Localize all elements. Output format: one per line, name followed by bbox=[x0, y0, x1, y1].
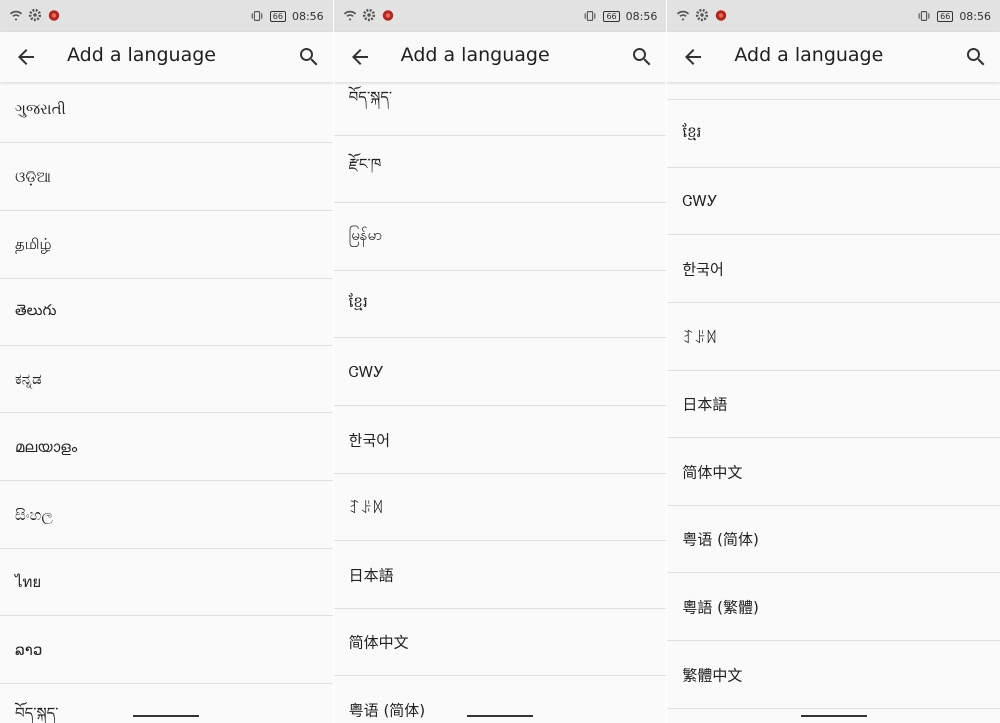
app-notification-icon bbox=[382, 10, 393, 21]
gear-icon bbox=[362, 8, 375, 22]
home-indicator[interactable] bbox=[800, 715, 867, 717]
language-label: ᏣᎳᎩ bbox=[682, 191, 718, 210]
page-title: Add a language bbox=[67, 44, 216, 66]
language-label: ꆈꌠꉙ bbox=[682, 328, 718, 347]
language-label: 한국어 bbox=[682, 260, 724, 278]
language-label: മലയാളം bbox=[15, 437, 78, 456]
list-item[interactable]: සිංහල bbox=[0, 481, 333, 549]
list-item[interactable]: 简体中文 bbox=[667, 438, 1000, 506]
wifi-icon bbox=[9, 10, 23, 21]
list-item[interactable]: 日本語 bbox=[333, 541, 667, 609]
list-item[interactable]: ગુજરાતી bbox=[0, 75, 333, 143]
list-item[interactable]: ខ្មែរ bbox=[667, 100, 1000, 168]
language-label: ગુજરાતી bbox=[15, 99, 66, 118]
list-item[interactable]: ខ្មែរ bbox=[333, 270, 667, 338]
app-notification-icon bbox=[48, 10, 60, 21]
language-label: 日本語 bbox=[348, 566, 394, 584]
language-label: རྫོང་ཁ bbox=[348, 154, 382, 173]
language-label: 粤语 (简体) bbox=[348, 701, 426, 719]
list-item[interactable]: 繁體中文 bbox=[667, 641, 1000, 709]
language-label: ខ្មែរ bbox=[682, 122, 702, 141]
status-bar: 66 08:56 bbox=[0, 0, 333, 32]
status-bar: 66 08:56 bbox=[667, 0, 1000, 32]
language-label: ꆈꌠꉙ bbox=[348, 498, 384, 517]
gear-icon bbox=[696, 8, 709, 22]
list-item[interactable]: ಕನ್ನಡ bbox=[0, 345, 333, 413]
list-item[interactable]: ᏣᎳᎩ bbox=[333, 338, 667, 406]
list-item[interactable]: 粵語 (繁體) bbox=[667, 573, 1000, 641]
list-item[interactable]: 粤语 (简体) bbox=[667, 505, 1000, 573]
screen-1: 66 08:56 Add a language ગુજરાતી ଓଡ଼ିଆ தம… bbox=[0, 0, 333, 723]
page-title: Add a language bbox=[400, 44, 550, 66]
language-label: 简体中文 bbox=[348, 633, 409, 651]
back-arrow-icon[interactable] bbox=[14, 45, 38, 69]
language-label: ไทย bbox=[15, 572, 42, 591]
language-label: 简体中文 bbox=[682, 463, 743, 481]
battery-indicator: 66 bbox=[603, 10, 620, 22]
language-label: 粤语 (简体) bbox=[682, 530, 759, 548]
page-title: Add a language bbox=[734, 44, 884, 66]
list-item[interactable]: မြန်မာ bbox=[333, 203, 667, 271]
battery-indicator: 66 bbox=[269, 10, 286, 22]
language-label: ಕನ್ನಡ bbox=[15, 369, 42, 388]
list-item[interactable]: ଓଡ଼ିଆ bbox=[0, 143, 333, 211]
search-icon[interactable] bbox=[297, 45, 321, 69]
list-item[interactable]: 한국어 bbox=[667, 235, 1000, 303]
list-item[interactable]: 日本語 bbox=[667, 370, 1000, 438]
language-label: ଓଡ଼ିଆ bbox=[15, 167, 51, 186]
list-item[interactable]: རྫོང་ཁ bbox=[333, 135, 667, 203]
language-label: தமிழ் bbox=[15, 234, 52, 253]
language-label: 한국어 bbox=[348, 431, 391, 449]
home-indicator[interactable] bbox=[467, 715, 533, 717]
gear-icon bbox=[28, 8, 42, 22]
language-label: ລາວ bbox=[15, 640, 43, 659]
list-item[interactable]: తెలుగు bbox=[0, 278, 333, 346]
language-label: ᏣᎳᎩ bbox=[348, 362, 384, 381]
search-icon[interactable] bbox=[630, 45, 654, 69]
app-bar: Add a language bbox=[667, 32, 1000, 82]
language-label: བོད་སྐད་ bbox=[348, 87, 393, 106]
language-label: සිංහල bbox=[15, 505, 53, 524]
search-icon[interactable] bbox=[964, 45, 988, 69]
home-indicator[interactable] bbox=[133, 715, 200, 717]
back-arrow-icon[interactable] bbox=[348, 45, 372, 69]
vibrate-icon bbox=[251, 11, 263, 21]
language-label: བོད་སྐད་ bbox=[15, 703, 59, 722]
list-item[interactable]: ꆈꌠꉙ bbox=[333, 473, 667, 541]
list-item[interactable]: ꆈꌠꉙ bbox=[667, 303, 1000, 371]
vibrate-icon bbox=[585, 11, 596, 21]
list-item[interactable]: ไทย bbox=[0, 548, 333, 616]
list-item[interactable]: བོད་སྐད་ bbox=[0, 684, 333, 723]
language-label: తెలుగు bbox=[15, 300, 57, 319]
screens-container: 66 08:56 Add a language ગુજરાતી ଓଡ଼ିଆ தம… bbox=[0, 0, 1000, 723]
screen-3: 66 08:56 Add a language ខ្មែរ ᏣᎳᎩ 한국어 ꆈꌠ… bbox=[666, 0, 1000, 723]
vibrate-icon bbox=[918, 11, 930, 21]
language-label: 繁體中文 bbox=[682, 666, 743, 684]
app-bar: Add a language bbox=[333, 32, 667, 82]
list-item[interactable]: മലയാളം bbox=[0, 413, 333, 481]
battery-indicator: 66 bbox=[937, 10, 954, 22]
list-item[interactable]: 简体中文 bbox=[333, 608, 667, 676]
back-arrow-icon[interactable] bbox=[681, 45, 705, 69]
status-time: 08:56 bbox=[625, 9, 658, 23]
app-bar: Add a language bbox=[0, 32, 333, 82]
status-time: 08:56 bbox=[959, 9, 992, 23]
status-bar: 66 08:56 bbox=[333, 0, 667, 32]
language-label: 日本語 bbox=[682, 395, 728, 413]
app-notification-icon bbox=[716, 10, 727, 21]
screen-2: 66 08:56 Add a language བོད་སྐད་ རྫོང་ཁ … bbox=[332, 0, 667, 723]
wifi-icon bbox=[677, 10, 690, 21]
language-label: ខ្មែរ bbox=[348, 292, 368, 311]
list-item[interactable]: ᏣᎳᎩ bbox=[667, 167, 1000, 235]
status-time: 08:56 bbox=[291, 9, 324, 23]
language-label: မြန်မာ bbox=[348, 225, 383, 244]
wifi-icon bbox=[343, 10, 356, 21]
language-label: 粵語 (繁體) bbox=[682, 598, 759, 616]
list-item[interactable]: ລາວ bbox=[0, 616, 333, 684]
list-item[interactable]: 한국어 bbox=[333, 406, 667, 474]
list-item[interactable]: தமிழ் bbox=[0, 211, 333, 279]
